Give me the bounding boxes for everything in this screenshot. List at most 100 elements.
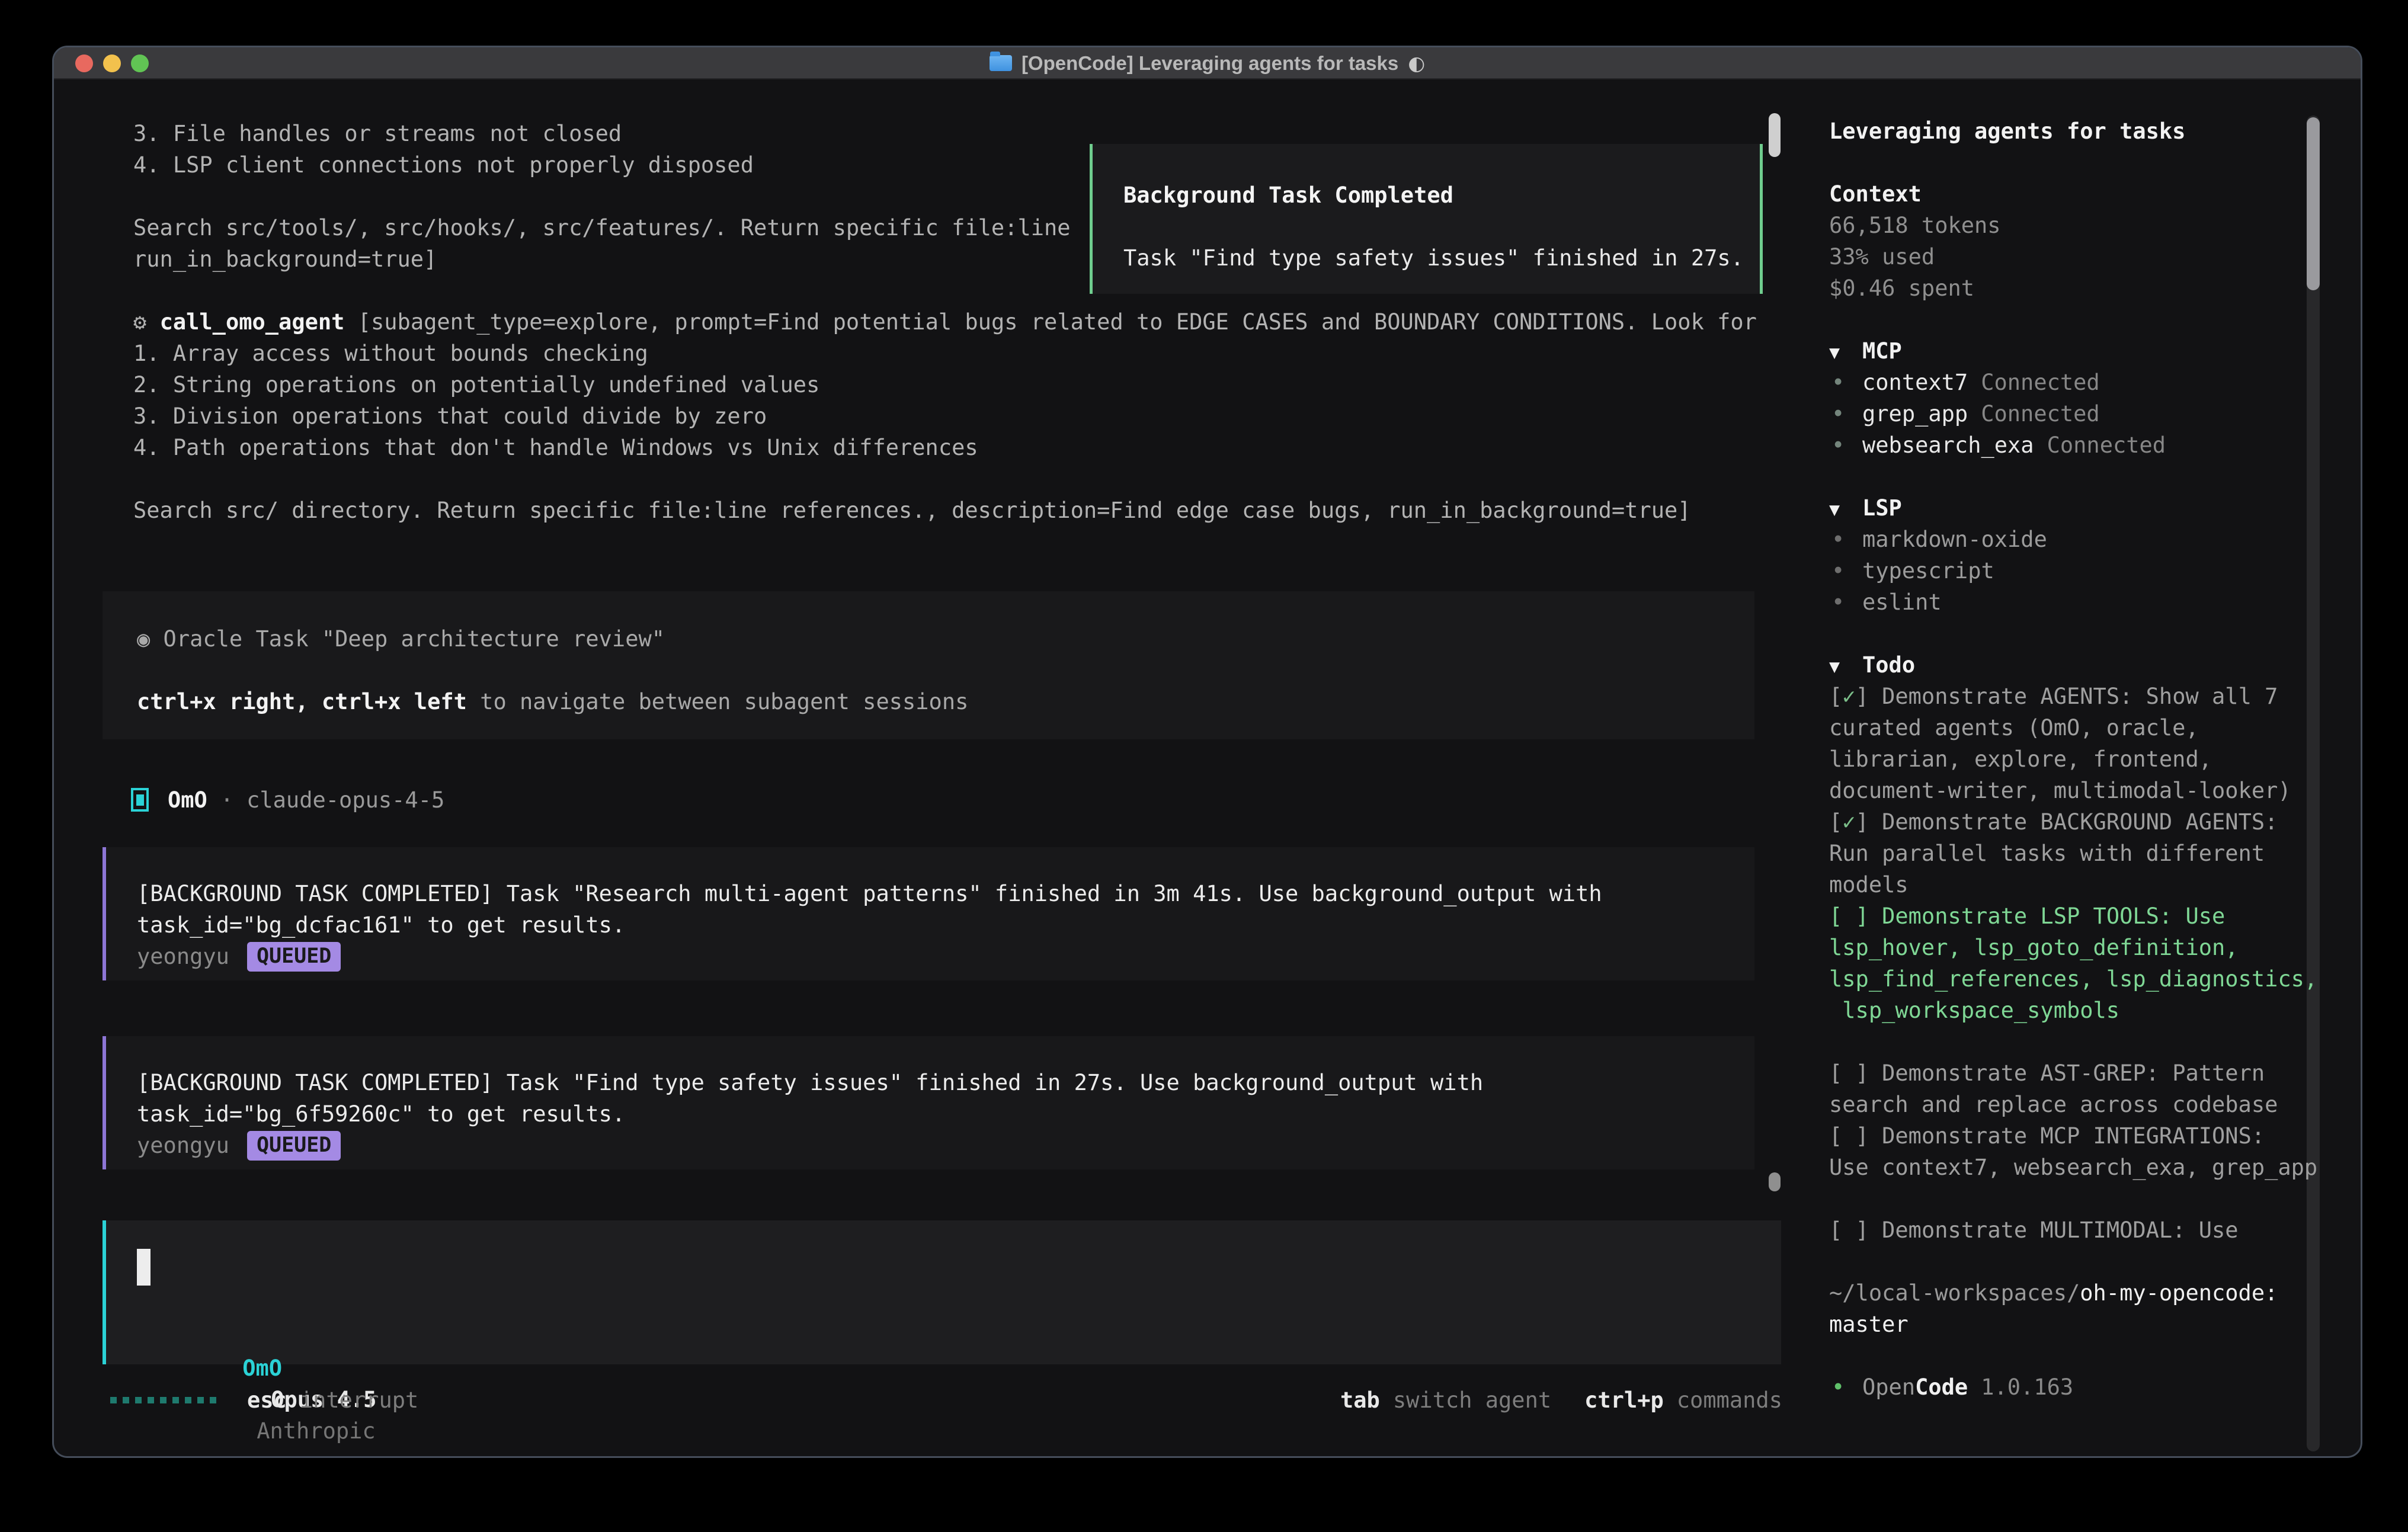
chevron-down-icon: ▼	[1829, 651, 1862, 682]
tab-key-label: switch agent	[1393, 1384, 1551, 1416]
todo-list: [✓] Demonstrate AGENTS: Show all 7curate…	[1829, 681, 2339, 1246]
workspace-branch: master	[1829, 1309, 2339, 1340]
traffic-lights	[75, 55, 149, 72]
sidebar: Leveraging agents for tasks Context 66,5…	[1829, 116, 2339, 1403]
esc-key-hint: esc	[247, 1384, 287, 1416]
todo-item: [ ] Demonstrate MCP INTEGRATIONS:Use con…	[1829, 1120, 2339, 1183]
spinner-dot	[185, 1397, 191, 1403]
lsp-section-header[interactable]: ▼LSP	[1829, 492, 2339, 524]
terminal-window: [OpenCode] Leveraging agents for tasks ◐…	[52, 46, 2362, 1458]
bullet-icon: •	[1829, 586, 1862, 618]
mcp-heading: MCP	[1862, 338, 1902, 364]
toast-background-task-completed: Background Task Completed Task "Find typ…	[1090, 144, 1763, 294]
bullet-icon: •	[1829, 524, 1862, 555]
input-provider-name: Anthropic	[257, 1418, 375, 1444]
context-spent: $0.46 spent	[1829, 273, 2339, 304]
bullet-icon: •	[1829, 430, 1862, 461]
main-scrollbar-thumb[interactable]	[1769, 113, 1781, 157]
app-version: 1.0.163	[1981, 1374, 2073, 1400]
bullet-icon: •	[1829, 555, 1862, 586]
todo-item: [ ] Demonstrate MULTIMODAL: Use	[1829, 1214, 2339, 1246]
todo-section-header[interactable]: ▼Todo	[1829, 649, 2339, 681]
brand-suffix: Code	[1915, 1374, 1968, 1400]
check-icon: ✓	[1842, 809, 1855, 835]
agent-icon	[131, 788, 149, 812]
spinner-dot	[110, 1397, 117, 1403]
message-user: yeongyu	[137, 941, 229, 972]
message-block: [BACKGROUND TASK COMPLETED] Task "Find t…	[103, 1036, 1754, 1169]
toast-title: Background Task Completed	[1123, 180, 1760, 211]
spinner-dot	[210, 1397, 216, 1403]
mcp-item: •grep_appConnected	[1829, 398, 2339, 430]
todo-item: [✓] Demonstrate BACKGROUND AGENTS:Run pa…	[1829, 806, 2339, 900]
message-meta: yeongyu QUEUED	[137, 1130, 1754, 1161]
tool-call-list-item: 4. Path operations that don't handle Win…	[133, 432, 978, 463]
text-cursor	[137, 1249, 150, 1286]
message-user: yeongyu	[137, 1130, 229, 1161]
empty-checkbox	[1842, 1217, 1855, 1243]
oracle-title: Oracle Task "Deep architecture review"	[150, 626, 665, 652]
check-icon: ✓	[1842, 684, 1855, 709]
tool-call-args: [subagent_type=explore, prompt=Find pote…	[344, 309, 1757, 335]
window-title-text: [OpenCode] Leveraging agents for tasks	[1022, 47, 1398, 79]
message-block: [BACKGROUND TASK COMPLETED] Task "Resear…	[103, 847, 1754, 980]
tool-call-name: call_omo_agent	[160, 309, 345, 335]
titlebar[interactable]: [OpenCode] Leveraging agents for tasks ◐	[54, 47, 2361, 79]
transcript-line: Search src/tools/, src/hooks/, src/featu…	[133, 212, 1071, 243]
workspace-path-row: ~/local-workspaces/oh-my-opencode:	[1829, 1277, 2339, 1309]
agent-model: claude-opus-4-5	[246, 784, 444, 816]
context-heading: Context	[1829, 178, 2339, 210]
todo-item: [ ] Demonstrate AST-GREP: Patternsearch …	[1829, 1057, 2339, 1120]
message-line: task_id="bg_dcfac161" to get results.	[137, 909, 1754, 941]
prompt-input[interactable]: OmO Opus 4.5 Anthropic	[103, 1220, 1781, 1364]
mcp-item: •context7Connected	[1829, 367, 2339, 398]
bullet-icon: •	[1829, 398, 1862, 430]
transcript-line: 3. File handles or streams not closed	[133, 118, 622, 149]
todo-item: [✓] Demonstrate AGENTS: Show all 7curate…	[1829, 681, 2339, 806]
transcript-line: run_in_background=true]	[133, 243, 437, 275]
tab-key-hint: tab	[1340, 1384, 1380, 1416]
opencode-version-row: •OpenCode 1.0.163	[1829, 1371, 2339, 1403]
ctrl-p-key-label: commands	[1677, 1384, 1782, 1416]
screen: [OpenCode] Leveraging agents for tasks ◐…	[0, 0, 2408, 1532]
record-icon: ◉	[137, 626, 150, 652]
spinner-dots	[110, 1397, 216, 1403]
tool-call-line: ⚙ call_omo_agent [subagent_type=explore,…	[133, 306, 1757, 338]
ctrl-p-key-hint: ctrl+p	[1584, 1384, 1664, 1416]
oracle-hint: to navigate between subagent sessions	[467, 689, 968, 714]
empty-checkbox	[1842, 1060, 1855, 1086]
chevron-down-icon: ▼	[1829, 337, 1862, 368]
lsp-heading: LSP	[1862, 495, 1902, 521]
mcp-section-header[interactable]: ▼MCP	[1829, 335, 2339, 367]
close-button[interactable]	[75, 55, 93, 72]
agent-header: OmO · claude-opus-4-5	[131, 782, 444, 818]
status-bar: esc interrupt tab switch agent ctrl+p co…	[110, 1384, 1782, 1416]
todo-item: [ ] Demonstrate LSP TOOLS: Uselsp_hover,…	[1829, 900, 2339, 1026]
brand-prefix: Open	[1862, 1374, 1915, 1400]
sidebar-session-title: Leveraging agents for tasks	[1829, 116, 2339, 147]
lsp-item: •eslint	[1829, 586, 2339, 618]
zoom-button[interactable]	[131, 55, 149, 72]
message-line: task_id="bg_6f59260c" to get results.	[137, 1098, 1754, 1130]
empty-checkbox	[1842, 1123, 1855, 1149]
oracle-task-panel: ◉ Oracle Task "Deep architecture review"…	[103, 591, 1754, 739]
message-line: [BACKGROUND TASK COMPLETED] Task "Find t…	[137, 1067, 1754, 1098]
main-scrollbar-marker[interactable]	[1769, 1172, 1781, 1191]
context-used: 33% used	[1829, 241, 2339, 273]
transcript-line: 4. LSP client connections not properly d…	[133, 149, 754, 181]
folder-icon	[990, 55, 1012, 71]
esc-key-label: interrupt	[300, 1384, 418, 1416]
oracle-title-row: ◉ Oracle Task "Deep architecture review"	[137, 623, 1754, 655]
toast-body: Task "Find type safety issues" finished …	[1123, 242, 1760, 274]
todo-heading: Todo	[1862, 652, 1915, 678]
bullet-icon: •	[1829, 367, 1862, 398]
minimize-button[interactable]	[103, 55, 121, 72]
bullet-icon: •	[1829, 1371, 1862, 1403]
spinner-dot	[148, 1397, 154, 1403]
lsp-item: •typescript	[1829, 555, 2339, 586]
spinner-dot	[123, 1397, 129, 1403]
context-tokens: 66,518 tokens	[1829, 210, 2339, 241]
workspace-repo: oh-my-opencode:	[2080, 1280, 2278, 1306]
tool-call-tail: Search src/ directory. Return specific f…	[133, 495, 1691, 526]
status-badge: QUEUED	[247, 942, 341, 972]
